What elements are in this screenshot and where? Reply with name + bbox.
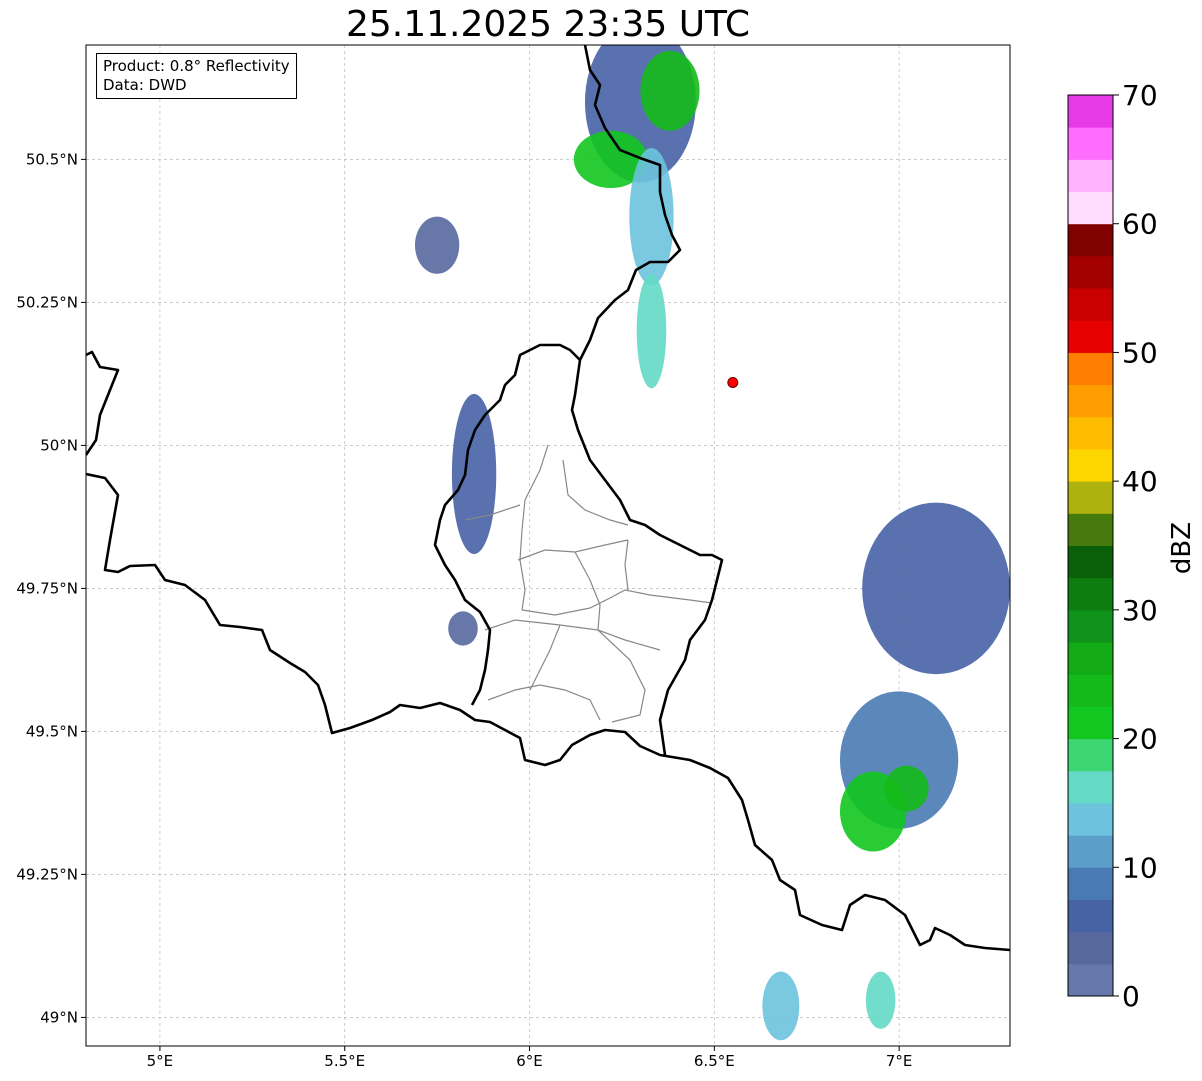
product-label: Product: 0.8° Reflectivity <box>103 57 290 75</box>
colorbar-block <box>1068 416 1113 450</box>
colorbar-block <box>1068 255 1113 289</box>
colorbar-block <box>1068 159 1113 193</box>
colorbar-block <box>1068 127 1113 160</box>
colorbar-tick-label: 60 <box>1122 208 1158 241</box>
colorbar-tick-label: 50 <box>1122 336 1158 369</box>
colorbar-block <box>1068 835 1113 868</box>
colorbar-tick-label: 30 <box>1122 594 1158 627</box>
colorbar-block <box>1068 770 1113 804</box>
colorbar-block <box>1068 288 1113 321</box>
colorbar-block <box>1068 706 1113 740</box>
colorbar-block <box>1068 802 1113 836</box>
info-box: Product: 0.8° Reflectivity Data: DWD <box>96 53 297 99</box>
colorbar-tick-label: 40 <box>1122 465 1158 498</box>
colorbar-block <box>1068 448 1113 482</box>
data-source-label: Data: DWD <box>103 76 187 94</box>
colorbar-tick-label: 0 <box>1122 980 1140 1013</box>
colorbar-block <box>1068 867 1113 900</box>
colorbar-block <box>1068 642 1113 675</box>
colorbar-block <box>1068 384 1113 418</box>
colorbar: 0 10 20 30 40 50 60 70 dBZ <box>1067 79 1197 1013</box>
colorbar-block <box>1068 223 1113 257</box>
colorbar-block <box>1068 191 1113 225</box>
colorbar-block <box>1068 95 1113 128</box>
colorbar-block <box>1068 352 1113 386</box>
colorbar-block <box>1068 577 1113 611</box>
colorbar-ticks: 0 10 20 30 40 50 60 70 <box>1113 79 1158 1013</box>
colorbar-block <box>1068 674 1113 707</box>
colorbar-block <box>1068 320 1113 353</box>
colorbar-tick-label: 10 <box>1122 851 1158 884</box>
colorbar-blocks <box>1068 95 1113 997</box>
colorbar-label: dBZ <box>1167 522 1197 574</box>
colorbar-block <box>1068 899 1113 933</box>
colorbar-block <box>1068 545 1113 579</box>
colorbar-block <box>1068 963 1113 997</box>
colorbar-block <box>1068 609 1113 643</box>
colorbar-tick-label: 20 <box>1122 723 1158 756</box>
colorbar-block <box>1068 931 1113 965</box>
colorbar-block <box>1068 481 1113 514</box>
colorbar-block <box>1068 738 1113 772</box>
colorbar-tick-label: 70 <box>1122 79 1158 112</box>
colorbar-block <box>1068 513 1113 546</box>
